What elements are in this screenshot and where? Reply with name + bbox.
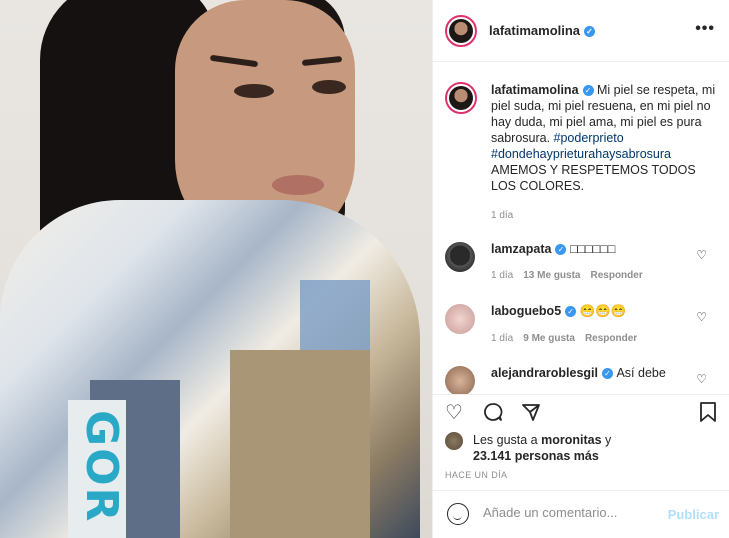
emoji-icon[interactable] (447, 503, 469, 525)
reply-button[interactable]: Responder (591, 270, 643, 281)
comment-likes[interactable]: 9 Me gusta (523, 333, 575, 344)
list-item: laboguebo5 ✓ 😁😁😁 1 día 9 Me gusta Respond… (445, 304, 717, 344)
comment-text: □□□□□□ (569, 242, 616, 256)
hashtag-link[interactable]: #dondehayprieturahaysabrosura (491, 147, 671, 161)
likes-mid: y (601, 433, 612, 447)
heart-icon[interactable]: ♡ (445, 400, 463, 425)
reply-button[interactable]: Responder (585, 333, 637, 344)
verified-badge-icon: ✓ (555, 244, 567, 256)
caption-text-end: AMEMOS Y RESPETEMOS TODOS LOS COLORES. (491, 163, 696, 193)
comment-username[interactable]: laboguebo5 (491, 304, 561, 318)
avatar[interactable] (445, 82, 477, 114)
avatar[interactable] (445, 304, 475, 334)
comment-heart-icon[interactable]: ♡ (696, 310, 707, 324)
caption-time[interactable]: 1 día (491, 208, 717, 224)
publish-button[interactable]: Publicar (668, 507, 719, 522)
photo-lips (272, 175, 324, 195)
likes-user[interactable]: moronitas (541, 433, 601, 447)
bookmark-icon[interactable] (699, 402, 717, 422)
post-actions: ♡ (445, 398, 717, 426)
photo-eye-left (234, 84, 274, 98)
comment-username[interactable]: lamzapata (491, 242, 551, 256)
comment-text: Así debe (616, 366, 666, 380)
header-username[interactable]: lafatimamolina ✓ (489, 23, 596, 38)
comments-list[interactable]: lafatimamolina ✓ Mi piel se respeta, mi p… (433, 62, 729, 395)
verified-badge-icon: ✓ (565, 306, 577, 318)
comment-input[interactable] (483, 505, 663, 520)
comment-time[interactable]: 1 día (491, 333, 513, 344)
comment-heart-icon[interactable]: ♡ (696, 372, 707, 386)
likes-summary[interactable]: Les gusta a moronitas y 23.141 personas … (445, 432, 717, 464)
share-icon[interactable] (521, 402, 541, 422)
comment-icon[interactable] (483, 402, 503, 422)
avatar[interactable] (445, 366, 475, 394)
post-photo: GOR (0, 0, 432, 538)
caption-username[interactable]: lafatimamolina (491, 83, 579, 97)
likes-prefix: Les gusta a (473, 433, 542, 447)
comment-text: 😁😁😁 (579, 304, 627, 318)
post-side-panel: lafatimamolina ✓ ••• lafatimamolina ✓ Mi p… (432, 0, 729, 538)
photo-patch (230, 350, 370, 538)
verified-badge-icon: ✓ (582, 85, 594, 97)
avatar[interactable] (445, 14, 477, 47)
avatar (445, 432, 463, 450)
hashtag-link[interactable]: #poderprieto (554, 131, 624, 145)
photo-lettering-text: GOR (76, 410, 127, 524)
comment-likes[interactable]: 13 Me gusta (523, 270, 580, 281)
avatar[interactable] (445, 242, 475, 272)
post-time[interactable]: HACE UN DÍA (445, 470, 507, 480)
comment-time[interactable]: 1 día (491, 270, 513, 281)
list-item: alejandraroblesgil ✓ Así debe ♡ (445, 366, 717, 394)
likes-count[interactable]: 23.141 personas más (473, 449, 599, 463)
post-header: lafatimamolina ✓ ••• (433, 0, 729, 62)
comment-heart-icon[interactable]: ♡ (696, 248, 707, 262)
comment-username[interactable]: alejandraroblesgil (491, 366, 598, 380)
photo-jacket-lettering: GOR (68, 400, 127, 538)
list-item: lamzapata ✓ □□□□□□ 1 día 13 Me gusta Resp… (445, 242, 717, 281)
add-comment-bar: Publicar (433, 490, 729, 538)
more-options-icon[interactable]: ••• (695, 20, 715, 38)
photo-eye-right (312, 80, 346, 94)
verified-badge-icon: ✓ (584, 26, 596, 38)
caption: lafatimamolina ✓ Mi piel se respeta, mi p… (445, 82, 717, 224)
verified-badge-icon: ✓ (601, 368, 613, 380)
